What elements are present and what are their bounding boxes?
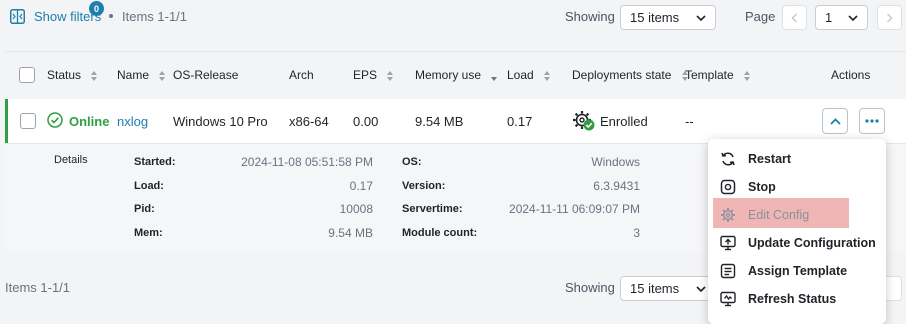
- header-name[interactable]: Name: [117, 68, 166, 82]
- menu-item-restart[interactable]: Restart: [708, 145, 886, 173]
- detail-label: Mem:: [134, 227, 163, 239]
- details-section-label: Details: [54, 154, 88, 166]
- detail-label: OS:: [402, 156, 422, 168]
- menu-item-label: Assign Template: [748, 264, 848, 278]
- select-all-checkbox[interactable]: [19, 67, 35, 83]
- header-status[interactable]: Status: [47, 68, 98, 82]
- actions-menu: Restart Stop Edit Config Update Configur…: [708, 139, 886, 324]
- sort-desc-icon: [491, 76, 498, 81]
- sort-icon: [159, 70, 166, 81]
- status-online: Online: [69, 114, 110, 129]
- detail-label: Load:: [134, 180, 164, 192]
- header-arch: Arch: [289, 68, 314, 82]
- monitor-refresh-icon: [720, 291, 736, 307]
- menu-item-update-configuration[interactable]: Update Configuration: [708, 229, 886, 257]
- stop-icon: [720, 179, 736, 195]
- header-deployments-state[interactable]: Deployments state: [572, 68, 689, 82]
- header-name-label: Name: [117, 68, 150, 82]
- filter-panel-icon[interactable]: [10, 9, 25, 24]
- restart-icon: [721, 152, 735, 166]
- page-size-select-bottom[interactable]: 15 items: [620, 276, 716, 301]
- sort-icon: [91, 70, 98, 81]
- header-template-label: Template: [685, 68, 734, 82]
- detail-value: 2024-11-08 05:51:58 PM: [241, 155, 373, 169]
- sort-icon: [744, 70, 751, 81]
- prev-page-button[interactable]: [782, 5, 807, 30]
- menu-item-label: Stop: [748, 180, 776, 194]
- agent-name-link[interactable]: nxlog: [117, 114, 148, 129]
- chevron-down-icon: [848, 15, 858, 22]
- showing-label-bottom: Showing: [565, 280, 615, 295]
- chevron-down-icon: [696, 15, 706, 22]
- chevron-up-icon: [829, 117, 841, 125]
- detail-value: 10008: [339, 202, 373, 216]
- header-eps-label: EPS: [353, 68, 378, 82]
- sort-icon: [387, 70, 394, 81]
- page-label: Page: [745, 9, 776, 24]
- menu-item-edit-config[interactable]: Edit Config: [708, 201, 886, 229]
- cell-deployments-state: Enrolled: [600, 114, 648, 129]
- header-memory-use-label: Memory use: [415, 68, 482, 82]
- menu-item-label: Update Configuration: [748, 236, 876, 250]
- menu-item-stop[interactable]: Stop: [708, 173, 886, 201]
- detail-value: 9.54 MB: [328, 226, 373, 240]
- detail-value: 6.3.9431: [593, 179, 640, 193]
- header-deployments-state-label: Deployments state: [572, 68, 672, 82]
- menu-item-label: Refresh Status: [748, 292, 837, 306]
- detail-value: Windows: [591, 155, 640, 169]
- header-load[interactable]: Load: [507, 68, 551, 82]
- menu-item-label: Edit Config: [748, 208, 810, 222]
- cell-load: 0.17: [507, 114, 533, 129]
- header-load-label: Load: [507, 68, 534, 82]
- page-size-value: 15 items: [630, 281, 680, 296]
- detail-value: 0.17: [349, 179, 373, 193]
- items-range-bottom: Items 1-1/1: [5, 280, 71, 295]
- cell-eps: 0.00: [353, 114, 379, 129]
- menu-item-refresh-status[interactable]: Refresh Status: [708, 285, 886, 313]
- enrolled-gear-icon: [572, 110, 596, 135]
- detail-label: Servertime:: [402, 203, 463, 215]
- collapse-row-button[interactable]: [822, 108, 848, 134]
- monitor-upload-icon: [720, 235, 736, 251]
- detail-value: 2024-11-11 06:09:07 PM: [509, 202, 640, 216]
- page-number-select[interactable]: 1: [815, 5, 868, 30]
- detail-value: 3: [633, 226, 640, 240]
- header-status-label: Status: [47, 68, 82, 82]
- cell-arch: x86-64: [289, 114, 329, 129]
- detail-label: Started:: [134, 156, 176, 168]
- detail-label: Pid:: [134, 203, 155, 215]
- items-range-top: Items 1-1/1: [122, 9, 188, 24]
- menu-item-label: Restart: [748, 152, 792, 166]
- header-eps[interactable]: EPS: [353, 68, 394, 82]
- menu-item-assign-template[interactable]: Assign Template: [708, 257, 886, 285]
- row-checkbox[interactable]: [20, 113, 36, 129]
- page-size-value: 15 items: [630, 10, 680, 25]
- header-actions: Actions: [831, 68, 871, 82]
- chevron-right-icon: [886, 12, 893, 23]
- cell-template: --: [685, 114, 694, 129]
- sort-icon: [544, 70, 551, 81]
- detail-label: Module count:: [402, 227, 478, 239]
- cell-memory-use: 9.54 MB: [415, 114, 464, 129]
- cell-os-release: Windows 10 Pro: [173, 114, 268, 129]
- page-size-select-top[interactable]: 15 items: [620, 5, 716, 30]
- more-actions-button[interactable]: [859, 108, 885, 134]
- next-page-button[interactable]: [877, 5, 902, 30]
- page-number-value: 1: [825, 10, 833, 25]
- chevron-left-icon: [791, 12, 798, 23]
- header-memory-use[interactable]: Memory use: [415, 68, 498, 82]
- detail-label: Version:: [402, 180, 446, 192]
- showing-label-top: Showing: [565, 9, 615, 24]
- filter-count-badge: 0: [89, 1, 104, 16]
- gear-icon: [721, 208, 735, 222]
- separator-dot: [109, 14, 113, 18]
- header-os-release: OS-Release: [173, 68, 239, 82]
- more-dots-icon: [865, 119, 879, 123]
- chevron-down-icon: [696, 286, 706, 293]
- template-icon: [720, 263, 736, 279]
- online-check-icon: [47, 112, 63, 131]
- header-template[interactable]: Template: [685, 68, 751, 82]
